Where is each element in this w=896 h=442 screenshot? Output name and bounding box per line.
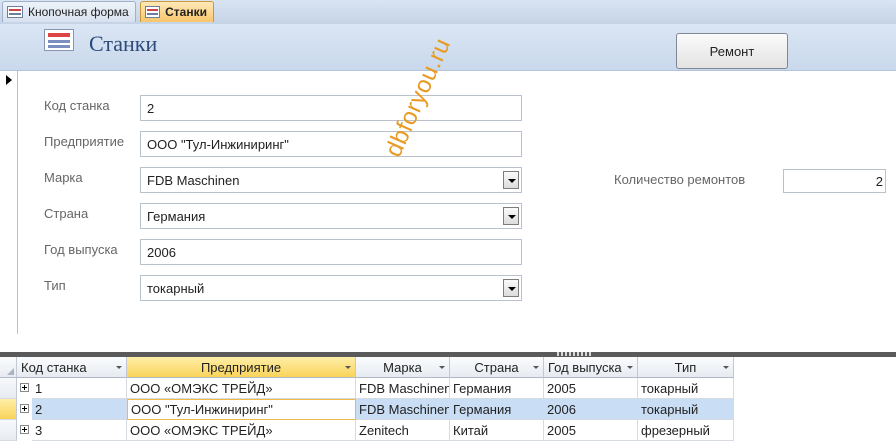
country-value: Германия: [147, 208, 206, 224]
cell-type[interactable]: токарный: [638, 399, 734, 420]
year-value: 2006: [147, 244, 176, 260]
table-row[interactable]: 1 ООО «ОМЭКС ТРЕЙД» FDB Maschinen Герман…: [0, 378, 734, 399]
sort-filter-arrow-icon: [345, 366, 351, 369]
column-header-enterprise[interactable]: Предприятие: [127, 357, 356, 378]
type-value: токарный: [147, 280, 205, 296]
column-header-type[interactable]: Тип: [638, 357, 734, 378]
dropdown-arrow-icon[interactable]: [503, 171, 519, 189]
cell-enterprise[interactable]: ООО «ОМЭКС ТРЕЙД»: [127, 378, 356, 399]
tab-machines[interactable]: Станки: [140, 1, 214, 22]
cell-brand[interactable]: FDB Maschinen: [356, 378, 450, 399]
sort-filter-arrow-icon: [439, 366, 445, 369]
repair-button[interactable]: Ремонт: [676, 33, 788, 69]
cell-enterprise[interactable]: ООО «ОМЭКС ТРЕЙД»: [127, 420, 356, 441]
current-record-arrow-icon: [6, 75, 12, 85]
tab-label: Кнопочная форма: [28, 5, 129, 19]
code-field[interactable]: 2: [140, 95, 522, 121]
year-field[interactable]: 2006: [140, 239, 522, 265]
sort-filter-arrow-icon: [116, 366, 122, 369]
enterprise-field[interactable]: ООО "Тул-Инжиниринг": [140, 131, 522, 157]
splitter-grip-icon[interactable]: [557, 352, 593, 356]
row-selector[interactable]: [0, 420, 17, 441]
row-selector[interactable]: [0, 399, 17, 420]
type-combobox[interactable]: токарный: [140, 275, 522, 301]
year-label: Год выпуска: [44, 242, 118, 257]
expand-plus-icon[interactable]: [20, 404, 29, 413]
document-tab-strip: Кнопочная форма Станки: [0, 0, 896, 25]
column-header-country[interactable]: Страна: [450, 357, 544, 378]
dropdown-arrow-icon[interactable]: [503, 279, 519, 297]
brand-value: FDB Maschinen: [147, 172, 240, 188]
brand-combobox[interactable]: FDB Maschinen: [140, 167, 522, 193]
enterprise-label: Предприятие: [44, 134, 125, 149]
cell-code[interactable]: 1: [32, 378, 127, 399]
cell-type[interactable]: токарный: [638, 378, 734, 399]
brand-label: Марка: [44, 170, 83, 185]
cell-country[interactable]: Китай: [450, 420, 544, 441]
cell-brand[interactable]: FDB Maschinen: [356, 399, 450, 420]
country-combobox[interactable]: Германия: [140, 203, 522, 229]
cell-code[interactable]: 2: [32, 399, 127, 420]
dropdown-arrow-icon[interactable]: [503, 207, 519, 225]
cell-type[interactable]: фрезерный: [638, 420, 734, 441]
cell-code[interactable]: 3: [32, 420, 127, 441]
expand-plus-icon[interactable]: [20, 383, 29, 392]
sort-filter-arrow-icon: [723, 366, 729, 369]
cell-enterprise[interactable]: ООО "Тул-Инжиниринг": [127, 399, 356, 420]
select-all-corner[interactable]: [0, 357, 17, 378]
form-icon: [145, 6, 161, 18]
row-selector[interactable]: [0, 378, 17, 399]
cell-country[interactable]: Германия: [450, 378, 544, 399]
code-value: 2: [147, 100, 155, 116]
cell-country[interactable]: Германия: [450, 399, 544, 420]
repairs-count-value: 2: [875, 173, 883, 189]
cell-year[interactable]: 2006: [544, 399, 638, 420]
column-header-brand[interactable]: Марка: [356, 357, 450, 378]
datasheet: Код станка Предприятие Марка Страна Год …: [0, 357, 896, 442]
repairs-count-field[interactable]: 2: [783, 169, 886, 193]
cell-brand[interactable]: Zenitech: [356, 420, 450, 441]
tab-label: Станки: [165, 5, 207, 19]
cell-year[interactable]: 2005: [544, 378, 638, 399]
type-label: Тип: [44, 278, 66, 293]
tab-switchboard[interactable]: Кнопочная форма: [2, 1, 136, 22]
form-logo-icon: [44, 29, 74, 51]
sort-filter-arrow-icon: [627, 366, 633, 369]
country-label: Страна: [44, 206, 89, 221]
sort-filter-arrow-icon: [533, 366, 539, 369]
enterprise-value: ООО "Тул-Инжиниринг": [147, 136, 289, 152]
table-row[interactable]: 2 ООО "Тул-Инжиниринг" FDB Maschinen Гер…: [0, 399, 734, 420]
column-header-year[interactable]: Год выпуска: [544, 357, 638, 378]
table-row[interactable]: 3 ООО «ОМЭКС ТРЕЙД» Zenitech Китай 2005 …: [0, 420, 734, 441]
repairs-count-label: Количество ремонтов: [614, 172, 746, 187]
code-label: Код станка: [44, 98, 110, 113]
form-icon: [7, 6, 23, 18]
record-selector[interactable]: [0, 71, 18, 334]
expand-plus-icon[interactable]: [20, 425, 29, 434]
cell-year[interactable]: 2005: [544, 420, 638, 441]
page-title: Станки: [89, 31, 158, 56]
column-header-code[interactable]: Код станка: [17, 357, 127, 378]
